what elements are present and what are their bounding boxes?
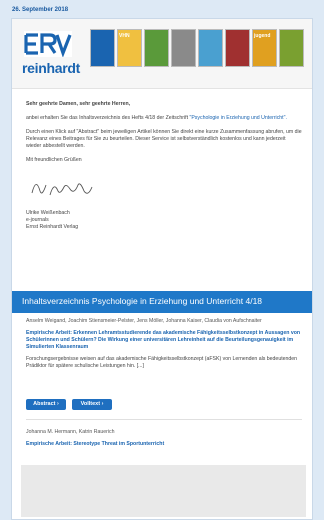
intro-text: anbei erhalten Sie das Inhaltsverzeichni… <box>26 115 190 121</box>
volltext-button[interactable]: Volltext › <box>72 399 112 410</box>
newsletter-card: reinhardt VHN jugend Sehr geehrte Damen,… <box>11 18 313 520</box>
journal-cover[interactable] <box>171 29 196 67</box>
intro-paragraph: anbei erhalten Sie das Inhaltsverzeichni… <box>26 115 302 122</box>
logo-text: reinhardt <box>22 60 80 76</box>
journal-cover[interactable]: jugend <box>252 29 277 67</box>
article-authors: Anselm Weigand, Joachim Stiensmeier-Pels… <box>26 318 262 324</box>
publisher-logo[interactable]: reinhardt <box>20 29 80 81</box>
toc-banner: Inhaltsverzeichnis Psychologie in Erzieh… <box>12 291 312 313</box>
article-item: Anselm Weigand, Joachim Stiensmeier-Pels… <box>26 318 302 370</box>
toc-title: Inhaltsverzeichnis Psychologie in Erzieh… <box>22 296 263 306</box>
journal-cover[interactable] <box>144 29 169 67</box>
header: reinhardt VHN jugend <box>12 19 312 89</box>
journal-cover[interactable] <box>198 29 223 67</box>
article-title[interactable]: Empirische Arbeit: Erkennen Lehramtsstud… <box>26 330 302 351</box>
journal-cover[interactable]: VHN <box>117 29 142 67</box>
journal-cover[interactable] <box>90 29 115 67</box>
greeting: Sehr geehrte Damen, sehr geehrte Herren, <box>26 101 131 107</box>
journal-cover[interactable] <box>279 29 304 67</box>
article-abstract: Forschungsergebnisse weisen auf das akad… <box>26 356 298 369</box>
sender-name: Ulrike Weißenbach <box>26 210 70 216</box>
article-authors: Johanna M. Hermann, Katrin Rauerich <box>26 429 115 435</box>
article-divider <box>26 419 302 420</box>
article-title[interactable]: Empirische Arbeit: Stereotype Threat im … <box>26 441 302 448</box>
signature <box>31 183 93 196</box>
abstract-button[interactable]: Abstract › <box>26 399 66 410</box>
article-item: Johanna M. Hermann, Katrin Rauerich Empi… <box>26 429 302 448</box>
placeholder-block <box>21 465 306 517</box>
sender-org: Ernst Reinhardt Verlag <box>26 224 79 230</box>
erv-logo-mark <box>24 31 72 57</box>
sender-role: e-journals <box>26 217 49 223</box>
date-label: 26. September 2018 <box>12 7 69 13</box>
journal-cover[interactable] <box>225 29 250 67</box>
info-paragraph: Durch einen Klick auf "Abstract" beim je… <box>26 129 302 149</box>
letter-body: Sehr geehrte Damen, sehr geehrte Herren,… <box>26 101 302 231</box>
closing: Mit freundlichen Grüßen <box>26 157 82 163</box>
journal-link[interactable]: "Psychologie in Erziehung und Unterricht… <box>190 115 287 121</box>
journal-covers: VHN jugend <box>90 29 310 81</box>
